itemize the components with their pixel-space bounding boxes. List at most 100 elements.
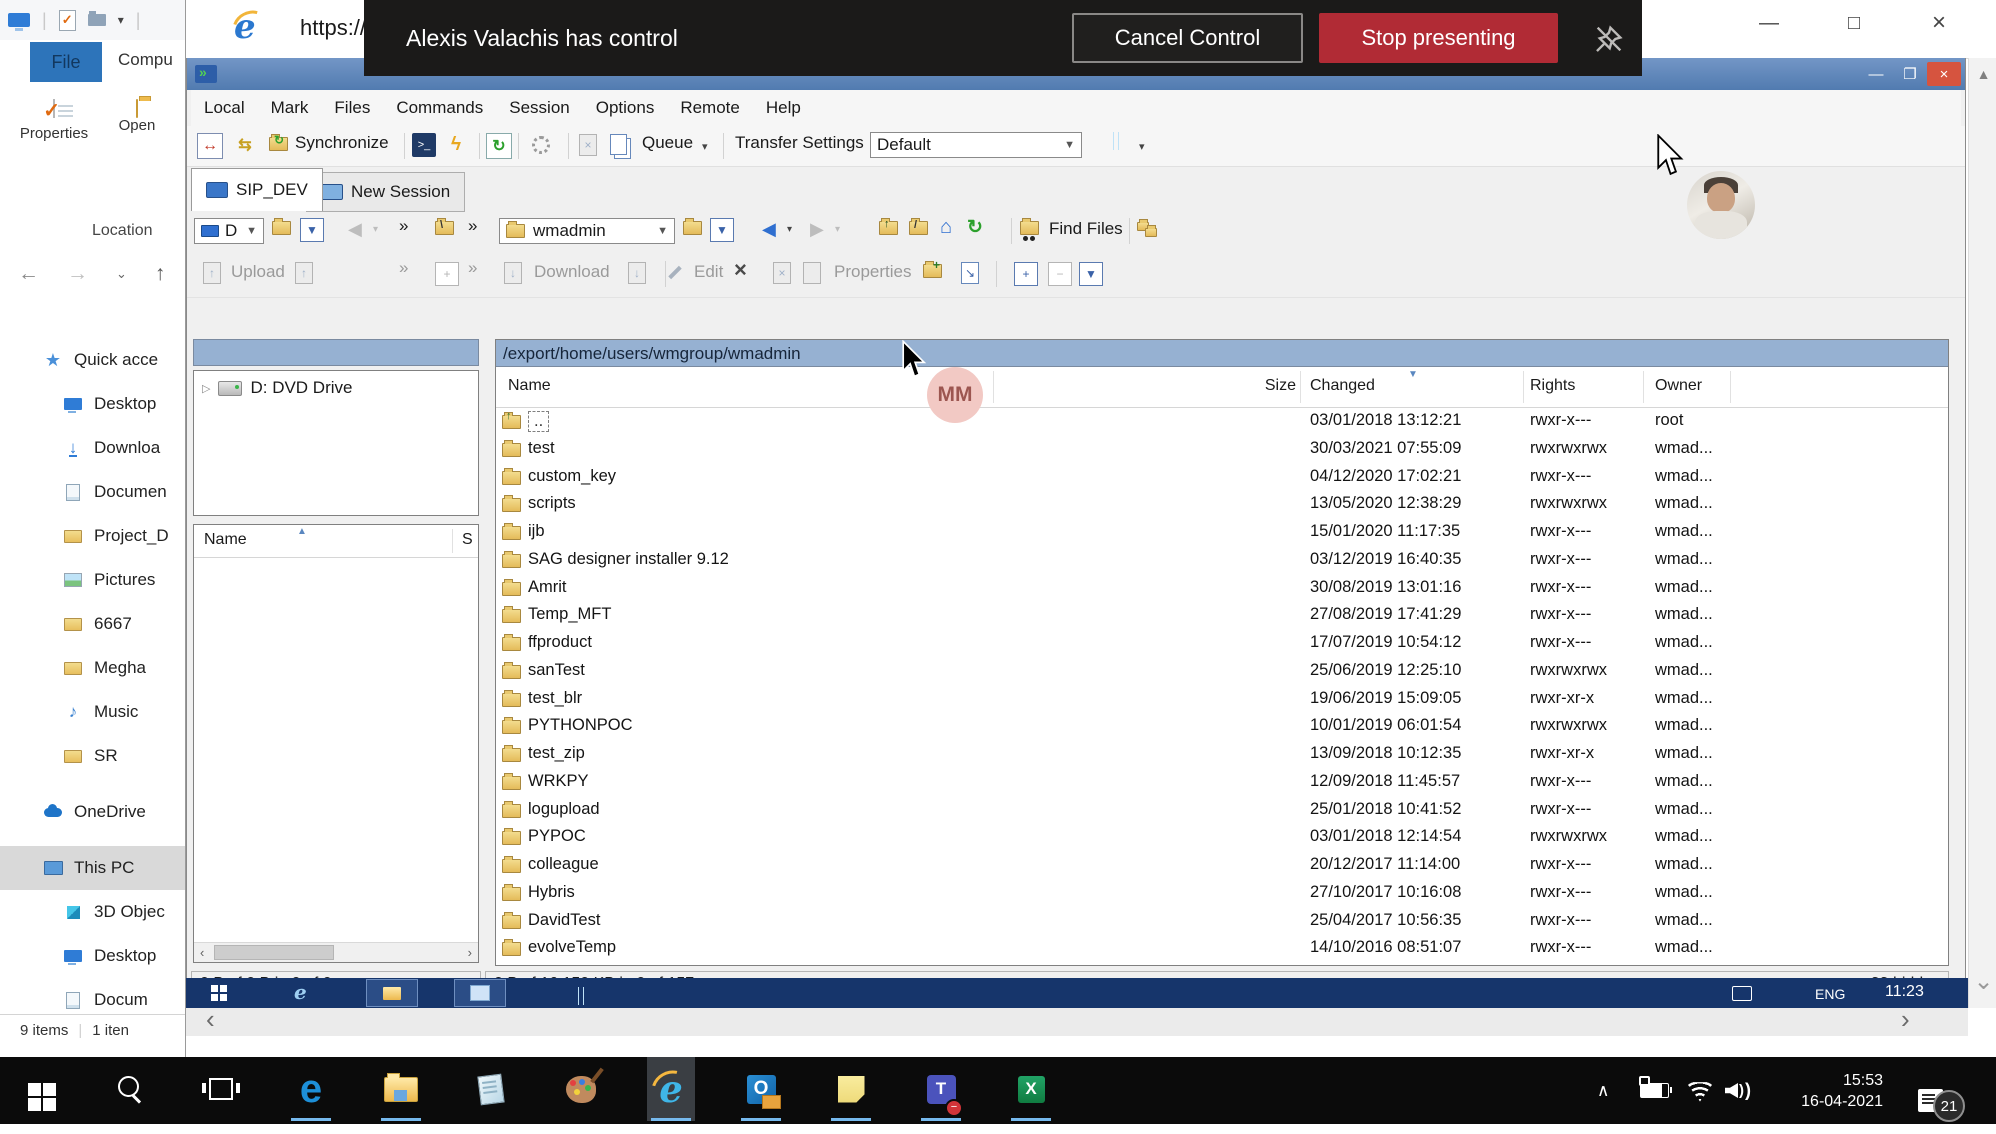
tab-sip-dev[interactable]: SIP_DEV [191,168,323,211]
file-row[interactable]: sanTest 25/06/2019 12:25:10 rwxrwxrwx wm… [496,658,1948,686]
synchronize-folder-icon[interactable]: ↻ [269,137,288,156]
remote-start-icon[interactable] [211,985,227,1001]
file-row[interactable]: test_zip 13/09/2018 10:12:35 rwxr-xr-x w… [496,741,1948,769]
open-button[interactable]: Open [102,100,172,186]
tab-computer[interactable]: Compu [118,50,184,70]
sidebar-item-onedrive[interactable]: OneDrive [0,790,185,834]
new-directory-icon[interactable]: + [923,264,942,283]
start-button[interactable] [17,1057,65,1121]
overflow-chevron[interactable]: » [468,258,477,278]
column-changed[interactable]: Changed [1310,377,1375,395]
column-size[interactable]: Size [1236,377,1296,395]
remote-directory-selector[interactable]: wmadmin ▼ [499,218,675,244]
battery-icon[interactable] [1640,1057,1669,1124]
remote-language[interactable]: ENG [1815,986,1845,1002]
keyboard-icon[interactable] [1732,986,1752,1001]
overflow-chevron[interactable]: » [399,258,408,278]
file-row[interactable]: PYTHONPOC 10/01/2019 06:01:54 rwxrwxrwx … [496,713,1948,741]
console-icon[interactable]: >_ [412,133,436,157]
scroll-down-icon[interactable]: ⌄ [1969,967,1996,996]
menu-item[interactable]: Commands [383,91,496,125]
sidebar-item-desktop[interactable]: Desktop [0,382,185,426]
sidebar-item-pictures[interactable]: Pictures [0,558,185,602]
properties-check-icon[interactable] [59,10,76,31]
pan-right-icon[interactable]: › [1901,1004,1910,1035]
winscp-close-button[interactable]: × [1927,62,1961,86]
preferences-gear-icon[interactable] [532,136,550,154]
sidebar-item-3d-objects[interactable]: 3D Objec [0,890,185,934]
menu-item[interactable]: Options [583,91,668,125]
wifi-icon[interactable] [1686,1057,1714,1124]
menu-item[interactable]: Local [191,91,258,125]
file-row[interactable]: logupload 25/01/2018 10:41:52 rwxr-x--- … [496,797,1948,825]
file-row[interactable]: colleague 20/12/2017 11:14:00 rwxr-x--- … [496,852,1948,880]
column-size[interactable]: S [462,531,473,549]
overflow-chevron[interactable]: » [468,216,477,236]
queue-label[interactable]: Queue [642,133,693,153]
remote-path-bar[interactable]: /export/home/users/wmgroup/wmadmin [496,340,1948,367]
sidebar-item-this-pc[interactable]: This PC [0,846,185,890]
sidebar-item-sr[interactable]: SR [0,734,185,778]
expand-arrow-icon[interactable]: ▷ [202,382,210,395]
overflow-chevron[interactable]: » [399,216,408,236]
file-row[interactable]: ijb 15/01/2020 11:17:35 rwxr-x--- wmad..… [496,519,1948,547]
sidebar-item-megha[interactable]: Megha [0,646,185,690]
transfer-settings-label[interactable]: Transfer Settings [735,133,864,153]
sidebar-item-6667[interactable]: 6667 [0,602,185,646]
new-file-icon[interactable]: ↘ [961,262,979,284]
local-horizontal-scrollbar[interactable]: ‹ › [194,942,478,962]
globe-dropdown-icon[interactable]: ▾ [1139,140,1145,153]
queue-dropdown-icon[interactable]: ▾ [702,140,708,153]
excel-icon[interactable] [1007,1057,1055,1121]
sidebar-item-music[interactable]: Music [0,690,185,734]
column-name[interactable]: Name [204,531,247,549]
back-icon[interactable]: ← [18,262,39,286]
menu-item[interactable]: Files [321,91,383,125]
file-row[interactable]: test_blr 19/06/2019 15:09:05 rwxr-xr-x w… [496,686,1948,714]
custom-commands-icon[interactable]: ϟ [444,133,468,157]
local-drive-selector[interactable]: D ▼ [194,218,264,244]
file-row[interactable]: Amrit 30/08/2019 13:01:16 rwxr-x--- wmad… [496,575,1948,603]
select-filter-icon[interactable]: ▼ [1079,262,1103,286]
file-row[interactable]: WRKPY 12/09/2018 11:45:57 rwxr-x--- wmad… [496,769,1948,797]
file-explorer-icon[interactable] [377,1057,425,1121]
sticky-notes-icon[interactable] [827,1057,875,1121]
column-name[interactable]: Name [508,377,551,395]
stop-presenting-button[interactable]: Stop presenting [1319,13,1558,63]
file-row[interactable] [496,963,1948,966]
local-filter-icon[interactable]: ▼ [300,218,324,242]
remote-back-icon[interactable]: ◀ [762,219,776,240]
task-view-icon[interactable] [197,1057,245,1121]
file-row[interactable]: Temp_MFT 27/08/2019 17:41:29 rwxr-x--- w… [496,602,1948,630]
column-rights[interactable]: Rights [1530,377,1575,395]
maximize-button[interactable]: □ [1831,6,1877,40]
sidebar-item-project[interactable]: Project_D [0,514,185,558]
sidebar-item-downloads[interactable]: Downloa [0,426,185,470]
file-row[interactable]: test 30/03/2021 07:55:09 rwxrwxrwx wmad.… [496,436,1948,464]
delete-x-icon[interactable]: × [734,257,747,283]
scroll-right-icon[interactable]: › [468,945,472,960]
volume-icon[interactable]: )) [1725,1057,1751,1124]
computer-icon[interactable] [8,13,30,27]
find-files-label[interactable]: Find Files [1049,219,1123,239]
file-row[interactable]: custom_key 04/12/2020 17:02:21 rwxr-x---… [496,464,1948,492]
compare-panels-icon[interactable]: ↔ [197,133,223,159]
sidebar-item-documents[interactable]: Documen [0,470,185,514]
local-root-icon[interactable]: \ [435,221,454,240]
queue-icon[interactable] [610,134,627,155]
scroll-left-icon[interactable]: ‹ [200,945,204,960]
refresh-icon[interactable]: ↻ [967,216,983,239]
column-owner[interactable]: Owner [1655,377,1702,395]
file-row[interactable]: SAG designer installer 9.12 03/12/2019 1… [496,547,1948,575]
chevron-down-icon[interactable]: ▾ [118,13,124,27]
root-directory-icon[interactable]: / [909,221,928,240]
remote-explorer-icon[interactable] [366,979,418,1007]
synchronize-browsing-icon[interactable]: ⇆ [233,133,257,157]
home-directory-icon[interactable]: ⌂ [940,216,952,239]
scroll-up-icon[interactable]: ▲ [1969,66,1996,82]
remote-open-directory-icon[interactable] [683,221,702,240]
teams-icon[interactable] [917,1057,965,1121]
file-row[interactable]: evolveTemp 14/10/2016 08:51:07 rwxr-x---… [496,935,1948,963]
close-button[interactable]: × [1916,6,1962,40]
file-row[interactable]: ffproduct 17/07/2019 10:54:12 rwxr-x--- … [496,630,1948,658]
